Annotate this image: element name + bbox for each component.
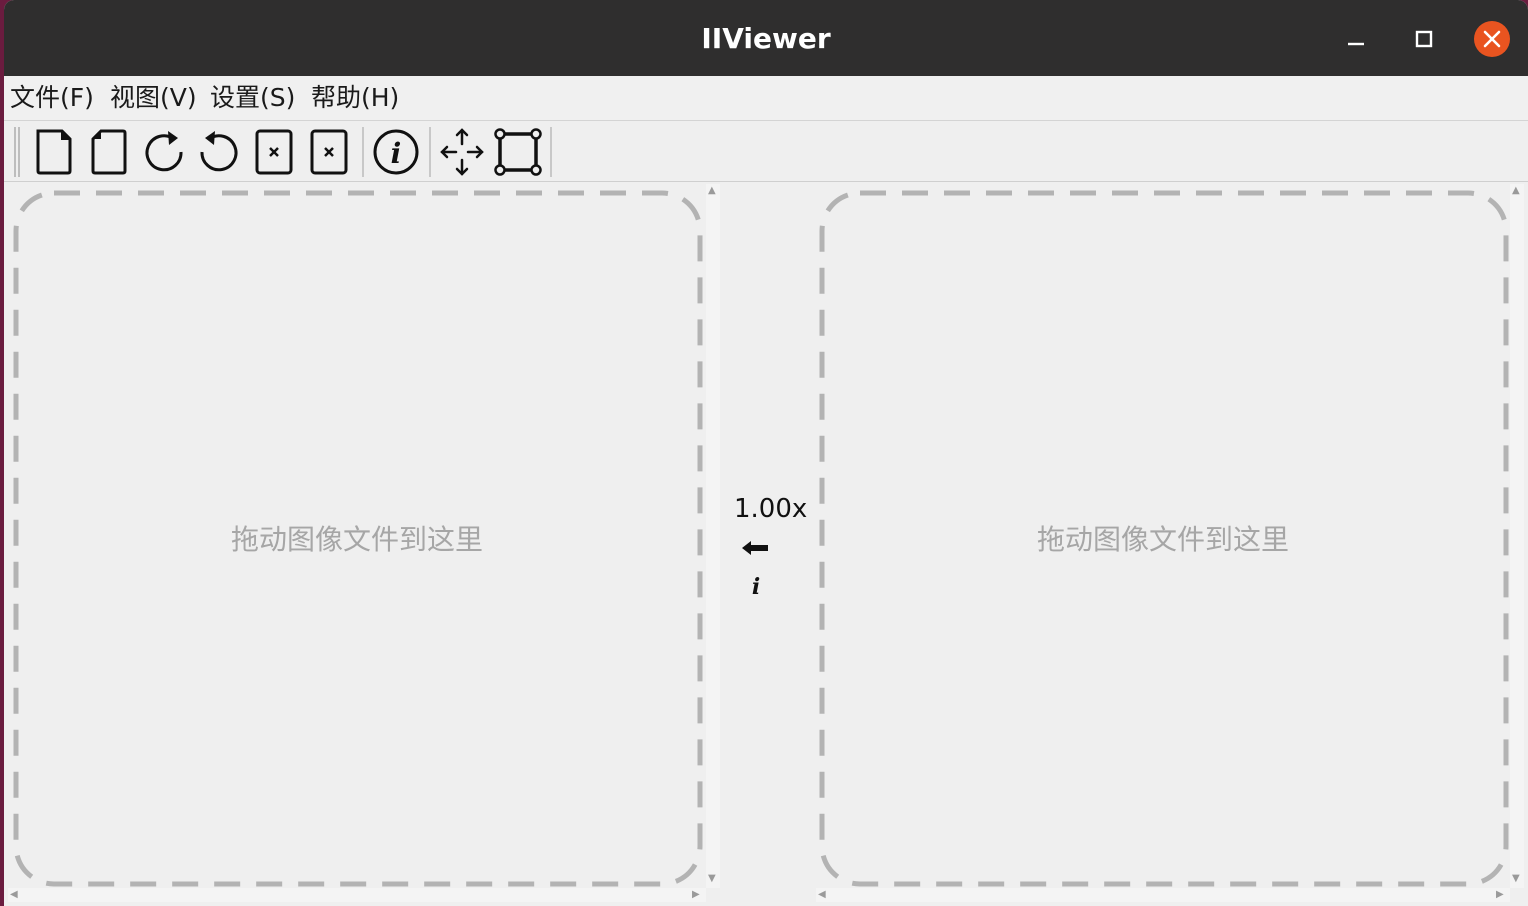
info-button[interactable]: i	[370, 125, 422, 177]
left-horizontal-scrollbar[interactable]: ◀ ▶	[8, 888, 706, 902]
info-icon[interactable]: i	[746, 570, 766, 600]
info-icon: i	[373, 129, 419, 175]
move-icon	[440, 128, 484, 176]
scroll-left-icon[interactable]: ◀	[818, 890, 826, 900]
menu-settings[interactable]: 设置(S)	[210, 82, 295, 114]
crop-button[interactable]	[492, 125, 544, 177]
menu-view[interactable]: 视图(V)	[110, 82, 197, 114]
scroll-up-icon[interactable]: ▲	[708, 186, 716, 196]
rotate-clockwise-button[interactable]	[138, 125, 190, 177]
scroll-right-icon[interactable]: ▶	[1496, 890, 1504, 900]
toolbar-separator	[429, 127, 431, 177]
maximize-button[interactable]	[1407, 22, 1441, 56]
new-file-icon	[36, 129, 72, 175]
open-right-button[interactable]	[83, 125, 135, 177]
close-left-image-icon	[255, 129, 293, 175]
move-button[interactable]	[436, 125, 488, 177]
toolbar-separator	[362, 127, 364, 177]
scroll-left-icon[interactable]: ◀	[10, 890, 18, 900]
right-drop-hint: 拖动图像文件到这里	[1036, 523, 1289, 556]
maximize-icon	[1415, 30, 1433, 48]
svg-text:i: i	[752, 574, 760, 600]
svg-text:i: i	[391, 137, 402, 170]
right-image-pane[interactable]: 拖动图像文件到这里	[816, 184, 1510, 902]
rotate-clockwise-icon	[145, 131, 183, 172]
rotate-counterclockwise-button[interactable]	[193, 125, 245, 177]
left-vertical-scrollbar[interactable]: ▲ ▼	[706, 184, 720, 888]
left-drop-hint: 拖动图像文件到这里	[230, 523, 483, 556]
menu-help[interactable]: 帮助(H)	[311, 82, 399, 114]
open-file-icon	[91, 129, 127, 175]
rotate-counterclockwise-icon	[200, 131, 238, 172]
scroll-down-icon[interactable]: ▼	[708, 874, 716, 884]
right-horizontal-scrollbar[interactable]: ◀ ▶	[816, 888, 1510, 902]
app-window: IIViewer 文件(F) 视图(V) 设置(S) 帮助(H) i 拖动图像文…	[4, 0, 1528, 906]
toolbar: i	[4, 121, 1528, 182]
toolbar-separator	[550, 127, 552, 177]
close-right-image-button[interactable]	[303, 125, 355, 177]
center-control-panel: 1.00x i	[720, 184, 816, 902]
scroll-up-icon[interactable]: ▲	[1512, 186, 1520, 196]
close-right-image-icon	[310, 129, 348, 175]
scroll-right-icon[interactable]: ▶	[692, 890, 700, 900]
open-left-button[interactable]	[28, 125, 80, 177]
scroll-down-icon[interactable]: ▼	[1512, 874, 1520, 884]
right-vertical-scrollbar[interactable]: ▲ ▼	[1510, 184, 1524, 888]
crop-icon	[494, 128, 542, 176]
title-bar[interactable]: IIViewer	[4, 0, 1528, 76]
toolbar-handle[interactable]	[14, 127, 20, 177]
zoom-level: 1.00x	[734, 494, 808, 524]
menu-file[interactable]: 文件(F)	[10, 82, 94, 114]
arrow-left-icon[interactable]	[740, 538, 770, 558]
close-left-image-button[interactable]	[248, 125, 300, 177]
close-icon	[1474, 21, 1510, 57]
minimize-button[interactable]	[1339, 22, 1373, 56]
window-title: IIViewer	[701, 22, 831, 55]
minimize-icon	[1348, 42, 1364, 46]
close-button[interactable]	[1473, 20, 1511, 58]
menu-bar: 文件(F) 视图(V) 设置(S) 帮助(H)	[4, 76, 1528, 121]
left-image-pane[interactable]: 拖动图像文件到这里	[8, 184, 706, 902]
